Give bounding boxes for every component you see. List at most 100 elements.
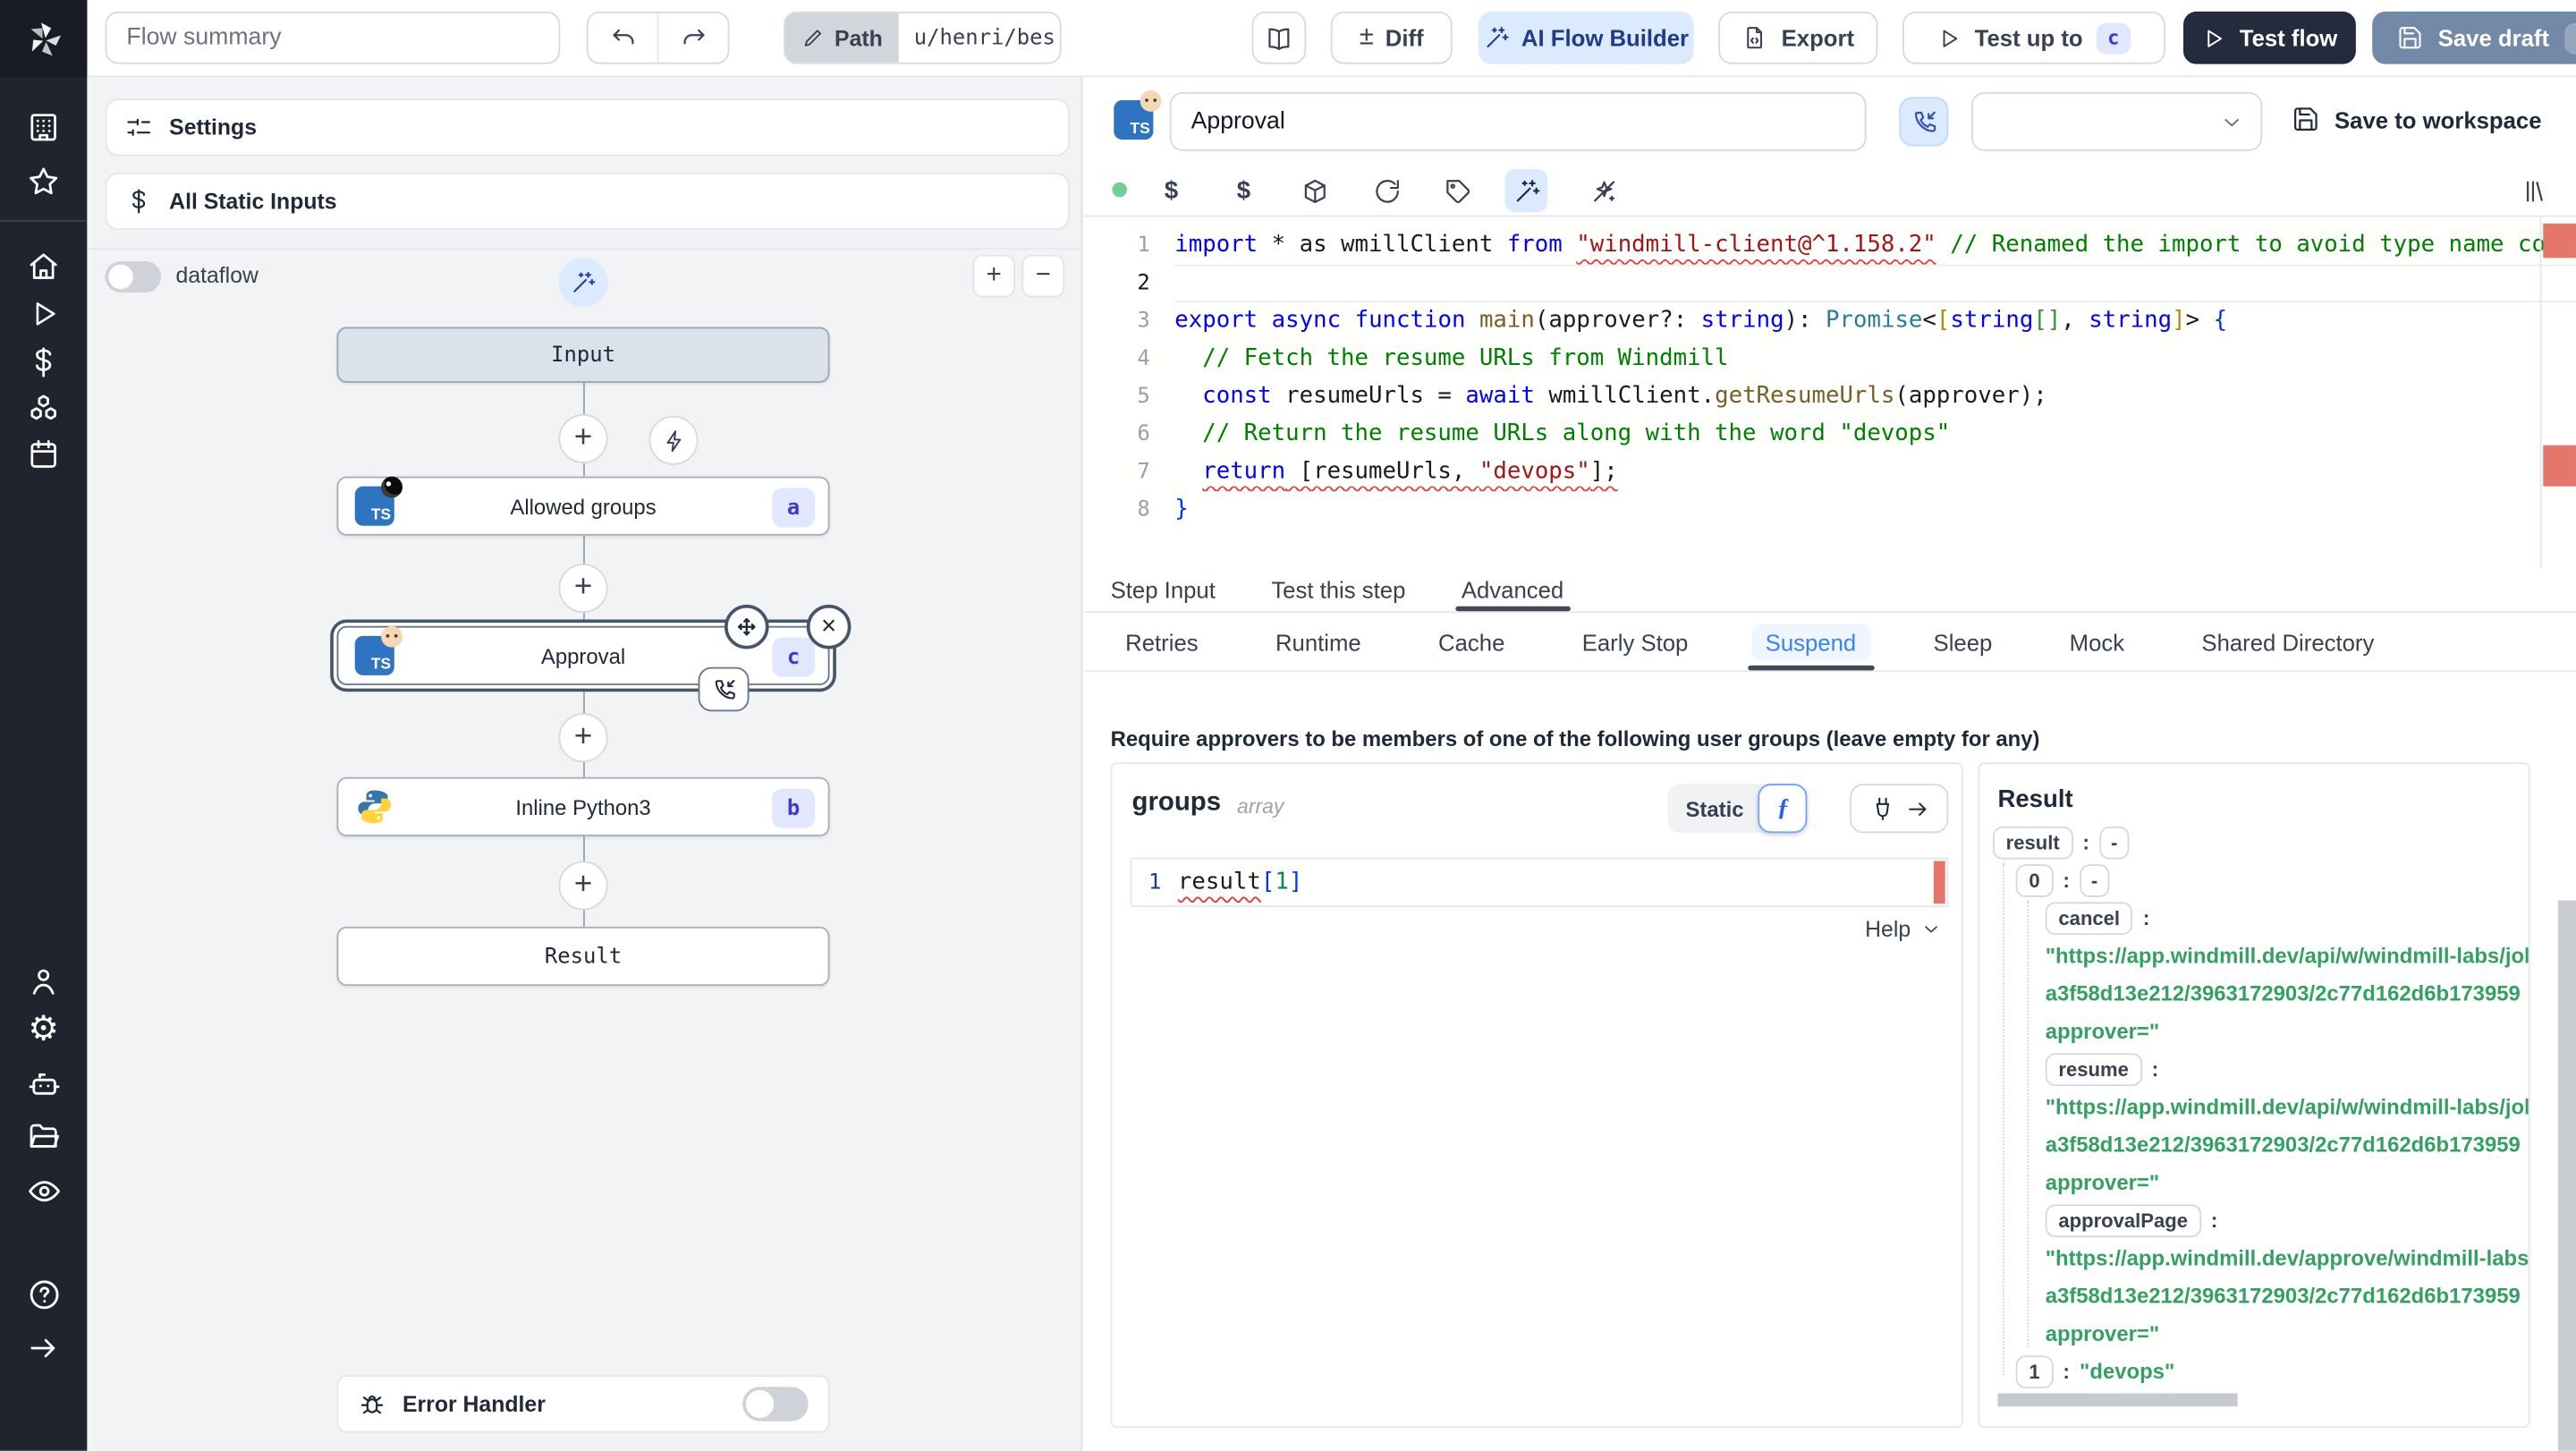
code-token: < [1922,307,1936,334]
static-toggle[interactable]: Static ƒ [1667,784,1809,834]
tab-step-input[interactable]: Step Input [1111,567,1216,612]
add-step-button[interactable]: + [558,713,608,763]
result-key-pill[interactable]: 1 [2015,1354,2054,1388]
subtab-sleep[interactable]: Sleep [1919,613,2007,670]
ai-assistant-wand-button[interactable] [1504,169,1548,212]
collapse-toggle[interactable]: - [2080,863,2110,896]
groups-expression-editor[interactable]: 1 result[1] [1130,857,1949,907]
sidebar-item-user[interactable] [0,956,87,1006]
workspace-script-select[interactable] [1971,91,2263,151]
code-token: * as wmillClient [1258,231,1507,259]
library-button[interactable] [2511,169,2554,212]
suspend-phone-indicator[interactable] [698,666,750,712]
zoom-in-button[interactable]: + [972,254,1016,298]
test-flow-button[interactable]: Test flow [2183,11,2356,64]
code-token: const [1202,382,1272,410]
reset-refresh-button[interactable] [1365,169,1408,212]
settings-button[interactable]: Settings [105,98,1070,157]
undo-button[interactable] [589,13,657,63]
format-tag-button[interactable] [1436,169,1479,212]
move-step-button[interactable] [724,604,769,649]
sidebar-item-runs[interactable] [0,289,87,338]
sidebar-item-favorites[interactable] [0,156,87,205]
graph-node-allowed-groups[interactable]: TS Allowed groups a [336,476,830,536]
tab-advanced[interactable]: Advanced [1454,567,1572,612]
sidebar-item-workers[interactable] [0,1060,87,1109]
result-key-pill[interactable]: 0 [2015,863,2054,896]
code-token: // Renamed the import to avoid type name… [1950,231,2576,259]
flow-summary-input[interactable]: Flow summary [105,11,561,64]
ai-flow-builder-button[interactable]: AI Flow Builder [1479,11,1694,64]
help-dropdown[interactable]: Help [1865,917,1942,941]
result-key-pill[interactable]: cancel [2045,901,2133,935]
sidebar-item-folders[interactable] [0,1111,87,1160]
subtab-runtime[interactable]: Runtime [1260,613,1376,670]
delete-step-button[interactable]: × [806,604,852,649]
add-trigger-button[interactable] [648,415,699,465]
diff-button[interactable]: ± Diff [1330,11,1453,64]
graph-node-result[interactable]: Result [336,926,830,987]
subtab-suspend[interactable]: Suspend [1747,613,1875,671]
page-scrollbar[interactable] [2557,900,2576,1451]
error-handler-card: Error Handler [336,1375,830,1433]
resources-dollar-button[interactable]: $ [1223,169,1266,212]
sparkles-off-icon [1593,180,1614,201]
sidebar-item-variables[interactable] [0,337,87,386]
sidebar-item-home[interactable] [0,242,87,291]
sidebar-item-help[interactable] [0,1270,87,1319]
save-to-workspace-button[interactable]: Save to workspace [2292,106,2542,133]
add-step-button[interactable]: + [558,563,608,614]
dependencies-package-button[interactable] [1293,169,1336,212]
sidebar-item-settings[interactable]: ⚙ [0,1004,87,1053]
result-key-pill[interactable]: approvalPage [2045,1203,2201,1237]
result-node-label: Result [544,944,623,969]
redo-button[interactable] [659,13,728,63]
code-token: } [1174,496,1189,523]
step-id-badge: b [772,788,816,828]
app-sidebar: ⚙ [0,0,88,1451]
code-editor[interactable]: 1 import * as wmillClient from "windmill-… [1084,215,2576,569]
test-up-to-button[interactable]: Test up to c [1902,11,2165,64]
graph-node-inline-python3[interactable]: Inline Python3 b [336,776,830,836]
tab-test-this-step[interactable]: Test this step [1271,567,1405,612]
graph-node-approval[interactable]: TS Approval c × [336,604,852,712]
sidebar-item-resources[interactable] [0,383,87,432]
result-row: "https://app.windmill.dev/api/w/windmill… [1979,937,2529,974]
fn-icon: ƒ [1776,794,1790,821]
sidebar-collapse-button[interactable] [0,1323,87,1372]
sidebar-item-audit[interactable] [0,1167,87,1216]
subtab-retries[interactable]: Retries [1111,613,1214,670]
result-viewer-card: Result result: -0: - cancel: "https://app.wi… [1978,762,2530,1429]
collapse-toggle[interactable]: - [2099,825,2130,859]
subtab-shared-directory[interactable]: Shared Directory [2187,613,2389,670]
error-handler-toggle[interactable] [742,1387,809,1421]
connect-input-button[interactable] [1850,784,1949,834]
sidebar-item-schedules[interactable] [0,429,87,478]
dataflow-toggle[interactable] [105,261,161,293]
all-static-inputs-button[interactable]: All Static Inputs [105,172,1070,231]
docs-button[interactable] [1251,11,1307,64]
ai-disabled-sparkles-button[interactable] [1582,169,1625,212]
ai-graph-wand-button[interactable] [558,258,608,308]
horizontal-scrollbar[interactable] [1997,1393,2238,1407]
step-name-input[interactable]: Approval [1169,91,1867,151]
zoom-out-button[interactable]: − [1021,254,1065,298]
code-lines: 1 import * as wmillClient from "windmill-… [1084,226,2576,529]
subtab-cache[interactable]: Cache [1424,613,1520,670]
suspend-phone-button[interactable] [1899,97,1949,147]
path-button[interactable]: Path u/henri/bes [784,11,1062,64]
export-button[interactable]: Export [1718,11,1878,64]
windmill-logo[interactable] [0,0,88,78]
result-key-pill[interactable]: result [1992,825,2073,859]
function-mode-button[interactable]: ƒ [1758,784,1809,834]
code-token: resumeUrls = [1271,382,1466,410]
sidebar-item-workspace[interactable] [0,102,87,151]
subtab-mock[interactable]: Mock [2055,613,2140,670]
result-key-pill[interactable]: resume [2045,1052,2142,1086]
subtab-early-stop[interactable]: Early Stop [1567,613,1703,670]
graph-node-input[interactable]: Input [336,327,830,383]
save-draft-button[interactable]: Save draft C [2372,11,2576,64]
variables-dollar-button[interactable]: $ [1150,169,1193,212]
add-step-button[interactable]: + [558,861,608,911]
add-step-button[interactable]: + [558,413,608,463]
